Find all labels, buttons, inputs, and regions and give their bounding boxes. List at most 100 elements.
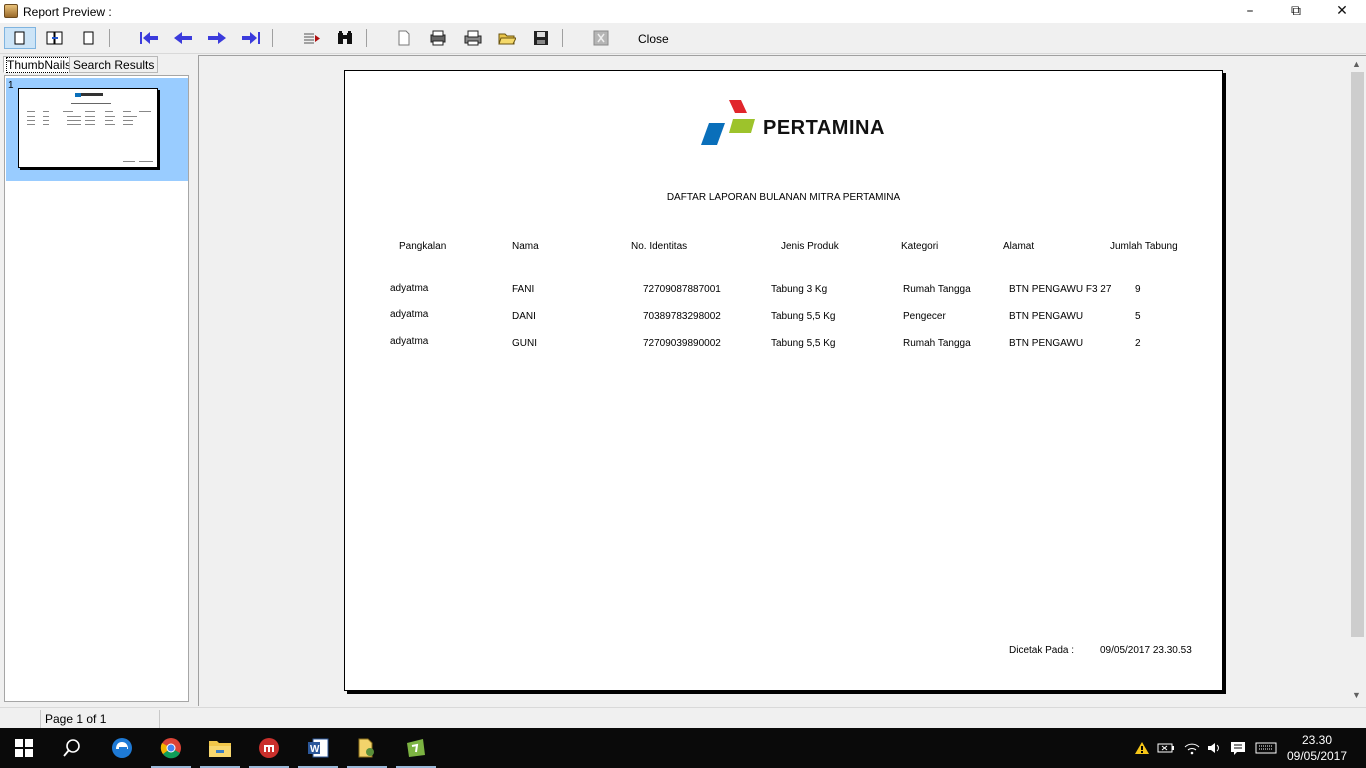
previous-page-icon [174,32,192,44]
printed-timestamp: 09/05/2017 23.30.53 [1100,645,1192,656]
thumbnail-content [27,93,153,162]
tab-thumbnails[interactable]: ThumbNails [3,56,76,73]
find-button[interactable] [334,27,356,49]
close-preview-button[interactable]: Close [638,32,669,46]
table-cell: 9 [1135,284,1141,295]
table-cell: 5 [1135,311,1141,322]
store-app-icon [407,739,425,757]
taskbar-app-folder[interactable] [343,728,391,768]
vertical-scrollbar[interactable]: ▲ ▼ [1349,56,1366,706]
taskbar-app-chrome[interactable] [147,728,195,768]
scrollbar-thumb[interactable] [1351,72,1364,637]
search-icon [63,739,80,757]
taskbar-app-word[interactable]: W [294,728,342,768]
binoculars-icon [338,31,352,44]
tab-search-results[interactable]: Search Results [69,56,159,73]
clock-date: 09/05/2017 [1286,749,1348,763]
volume-icon [1208,743,1219,753]
column-header: Nama [512,241,539,252]
table-cell: Tabung 5,5 Kg [771,338,836,349]
close-window-button[interactable]: ✕ [1319,0,1365,23]
table-cell: adyatma [390,336,429,347]
previous-page-button[interactable] [172,27,194,49]
thumbnail-page-preview [18,88,158,168]
printer-setup-button[interactable] [427,27,449,49]
export-button[interactable] [590,27,612,49]
single-page-button[interactable] [4,27,36,49]
page-view-icon [14,31,25,45]
taskbar-app-store[interactable] [392,728,440,768]
svg-text:W: W [310,744,320,755]
two-pages-button[interactable] [44,27,66,49]
taskbar-app-generic[interactable] [245,728,293,768]
word-icon: W [308,738,329,758]
preview-area[interactable]: PERTAMINA DAFTAR LAPORAN BULANAN MITRA P… [198,55,1366,706]
save-button[interactable] [530,27,552,49]
table-cell: GUNI [512,338,537,349]
table-cell: Tabung 5,5 Kg [771,311,836,322]
tray-notifications[interactable] [1227,728,1249,768]
table-cell: 70389783298002 [643,311,721,322]
battery-icon [1157,743,1174,753]
app-icon [259,738,279,758]
table-cell: Pengecer [903,311,946,322]
taskbar-app-file-explorer[interactable] [196,728,244,768]
print-button[interactable] [462,27,484,49]
taskbar-app-edge[interactable] [98,728,146,768]
tray-battery[interactable] [1155,728,1177,768]
table-cell: BTN PENGAWU F3 27 [1009,284,1112,295]
table-cell: Rumah Tangga [903,338,971,349]
column-header: Jenis Produk [781,241,839,252]
taskbar: W 23.30 09/05/2017 [0,728,1366,768]
toolbar: Close [0,23,1366,54]
page-width-button[interactable] [78,27,100,49]
table-cell: Tabung 3 Kg [771,284,828,295]
start-icon [15,739,33,757]
notification-icon [1231,742,1245,755]
thumbnail-list[interactable]: 1 [4,75,189,702]
column-header: Pangkalan [399,241,447,252]
minimize-icon: – [1246,3,1254,19]
tray-wifi[interactable] [1181,728,1203,768]
warning-icon [1135,742,1149,754]
logo-text: PERTAMINA [763,117,885,139]
thumbnail-item[interactable]: 1 [6,78,188,181]
thumbnail-panel: ThumbNails Search Results 1 [0,55,193,707]
restore-button[interactable]: ⧉ [1273,0,1319,23]
taskbar-clock[interactable]: 23.30 09/05/2017 [1282,732,1352,764]
scroll-down-icon[interactable]: ▼ [1352,690,1361,700]
page-setup-button[interactable] [393,27,415,49]
search-button[interactable] [48,728,96,768]
table-cell: 2 [1135,338,1141,349]
title-bar: Report Preview : – ⧉ ✕ [0,0,1366,23]
goto-page-button[interactable] [301,27,323,49]
page-indicator: Page 1 of 1 [40,710,160,728]
column-header: Kategori [901,241,939,252]
last-page-button[interactable] [240,27,262,49]
first-page-button[interactable] [138,27,160,49]
export-icon [593,30,609,46]
printer-setup-icon [430,30,446,46]
last-page-icon [242,32,260,44]
folder-app-icon [358,738,374,758]
next-page-button[interactable] [206,27,228,49]
table-cell: DANI [512,311,536,322]
toolbar-separator [562,29,563,47]
table-cell: 72709087887001 [643,284,721,295]
thumbnail-number: 1 [8,80,14,91]
toolbar-separator [272,29,273,47]
tray-warning[interactable] [1131,728,1153,768]
wifi-icon [1184,743,1200,755]
close-icon: ✕ [1336,3,1348,19]
open-button[interactable] [496,27,518,49]
save-icon [534,31,548,45]
chrome-icon [160,738,181,759]
start-button[interactable] [0,728,48,768]
minimize-button[interactable]: – [1227,0,1273,23]
tray-volume[interactable] [1204,728,1224,768]
tray-keyboard[interactable] [1253,728,1279,768]
scroll-up-icon[interactable]: ▲ [1352,59,1361,69]
first-page-icon [140,32,158,44]
table-cell: BTN PENGAWU [1009,338,1084,349]
report-page: PERTAMINA DAFTAR LAPORAN BULANAN MITRA P… [344,70,1223,691]
